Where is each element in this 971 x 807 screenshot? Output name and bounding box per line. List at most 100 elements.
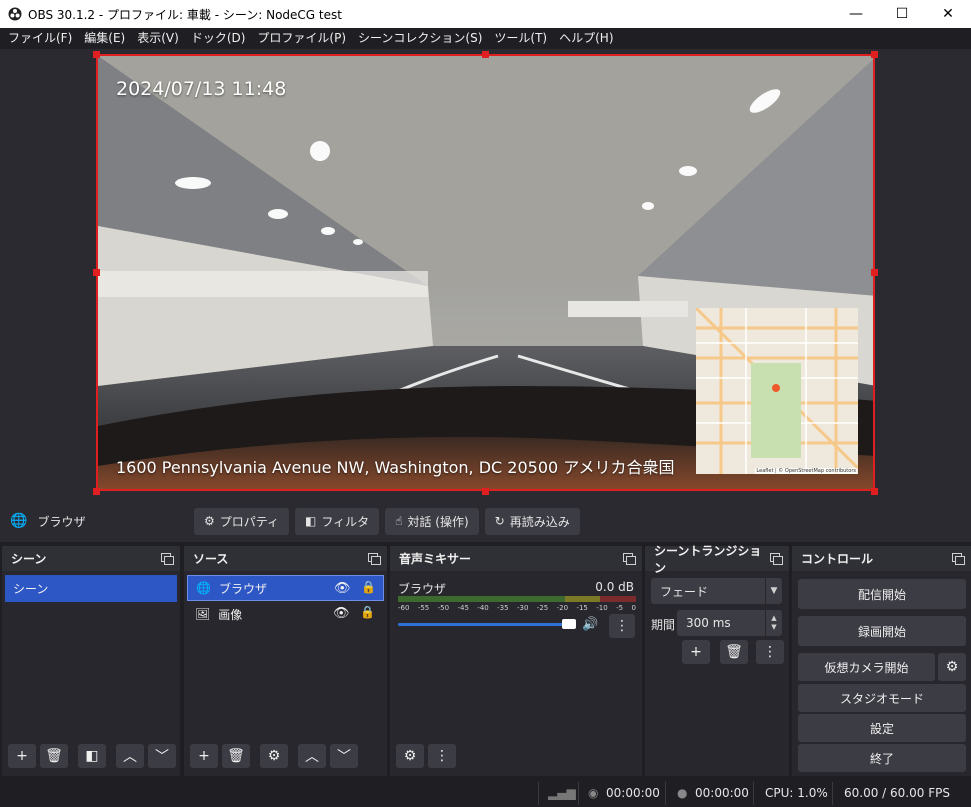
remove-scene-button[interactable]: 🗑: [40, 744, 68, 768]
interact-label: 対話 (操作): [407, 514, 469, 529]
resize-handle-mr[interactable]: [871, 269, 878, 276]
eye-icon[interactable]: 👁: [334, 581, 351, 596]
resize-handle-tc[interactable]: [482, 51, 489, 58]
start-virtual-camera-button[interactable]: 仮想カメラ開始: [798, 653, 935, 681]
period-spinbox[interactable]: 300 ms ▲ ▼: [677, 610, 782, 636]
scene-transitions-dock: シーントランジション フェード ▼ 期間 300 ms ▲ ▼ + 🗑 ⋮: [645, 544, 789, 776]
maximize-button[interactable]: ☐: [879, 0, 925, 28]
chevron-down-icon: ▼: [765, 578, 782, 604]
interact-button[interactable]: ☝ 対話 (操作): [385, 507, 479, 535]
move-source-up-button[interactable]: ︿: [298, 744, 326, 768]
resize-handle-tl[interactable]: [93, 51, 100, 58]
lock-icon[interactable]: 🔒: [361, 580, 376, 594]
more-vertical-icon: ⋮: [435, 748, 449, 764]
undock-icon[interactable]: [623, 552, 636, 565]
remove-source-button[interactable]: 🗑: [222, 744, 250, 768]
start-recording-button[interactable]: 録画開始: [798, 616, 966, 646]
hand-pointer-icon: ☝: [395, 514, 403, 528]
source-item-image[interactable]: 🖼 画像 👁 🔒: [187, 601, 384, 627]
chevron-up-icon: ︿: [123, 749, 137, 765]
meter-tick: -10: [596, 604, 608, 612]
mixer-more-button[interactable]: ⋮: [428, 744, 456, 768]
mixer-channel-name: ブラウザ: [398, 582, 447, 596]
advanced-audio-button[interactable]: ⚙: [396, 744, 424, 768]
sources-title: ソース: [193, 552, 229, 566]
menu-profile[interactable]: プロファイル(P): [251, 28, 352, 49]
resize-handle-bl[interactable]: [93, 488, 100, 495]
remove-transition-button[interactable]: 🗑: [720, 640, 748, 664]
globe-icon: 🌐: [10, 513, 28, 529]
source-item-browser[interactable]: 🌐 ブラウザ 👁 🔒: [187, 575, 384, 601]
spin-arrows-icon[interactable]: ▲ ▼: [765, 610, 782, 636]
transition-select[interactable]: フェード ▼: [651, 578, 782, 604]
filters-label: フィルタ: [321, 514, 370, 529]
refresh-icon: ↻: [494, 514, 505, 528]
studio-mode-button[interactable]: スタジオモード: [798, 684, 966, 712]
source-properties-button[interactable]: ⚙: [260, 744, 288, 768]
source-label: 画像: [218, 607, 243, 622]
preview-canvas[interactable]: 2024/07/13 11:48 1600 Pennsylvania Avenu…: [96, 54, 875, 491]
controls-dock-header: コントロール: [792, 546, 971, 571]
meter-tick: -55: [417, 604, 430, 612]
settings-button[interactable]: 設定: [798, 714, 966, 742]
meter-tick: -20: [556, 604, 569, 612]
menu-file[interactable]: ファイル(F): [2, 28, 78, 49]
add-source-button[interactable]: +: [190, 744, 218, 768]
filters-button[interactable]: ◧ フィルタ: [295, 507, 380, 535]
volume-meter: [398, 596, 636, 602]
trash-icon: 🗑: [45, 748, 63, 764]
add-scene-button[interactable]: +: [8, 744, 36, 768]
add-transition-button[interactable]: +: [682, 640, 710, 664]
preview-area[interactable]: 2024/07/13 11:48 1600 Pennsylvania Avenu…: [0, 49, 971, 500]
menu-docks[interactable]: ドック(D): [185, 28, 252, 49]
properties-button[interactable]: ⚙ プロパティ: [194, 507, 290, 535]
source-label: ブラウザ: [218, 581, 267, 596]
move-source-down-button[interactable]: ﹀: [330, 744, 358, 768]
image-icon: 🖼: [195, 607, 211, 621]
mixer-menu-button[interactable]: ⋮: [609, 614, 635, 638]
volume-slider-handle[interactable]: [562, 619, 576, 629]
move-scene-up-button[interactable]: ︿: [116, 744, 144, 768]
scene-filters-button[interactable]: ◧: [78, 744, 106, 768]
menu-tools[interactable]: ツール(T): [488, 28, 553, 49]
stream-status-icon: ◉: [588, 786, 599, 800]
scene-list: シーン: [2, 571, 180, 606]
minimize-button[interactable]: —: [833, 0, 879, 28]
eye-icon[interactable]: 👁: [333, 606, 350, 621]
undock-icon[interactable]: [161, 552, 174, 565]
transitions-title: シーントランジション: [654, 543, 762, 575]
menu-edit[interactable]: 編集(E): [78, 28, 131, 49]
meter-tick: -50: [437, 604, 450, 612]
filter-icon: ◧: [305, 514, 317, 528]
lock-icon[interactable]: 🔒: [360, 605, 375, 619]
speaker-icon[interactable]: 🔊: [582, 617, 598, 632]
scene-item[interactable]: シーン: [5, 575, 177, 602]
resize-handle-ml[interactable]: [93, 269, 100, 276]
scenes-title: シーン: [11, 552, 47, 566]
virtual-camera-settings-button[interactable]: ⚙: [938, 653, 966, 681]
menu-view[interactable]: 表示(V): [131, 28, 185, 49]
sources-dock-header: ソース: [184, 546, 387, 571]
undock-icon[interactable]: [952, 552, 965, 565]
map-overlay: Leaflet | © OpenStreetMap contributors: [696, 308, 858, 474]
volume-slider-track[interactable]: [398, 623, 568, 626]
close-button[interactable]: ✕: [925, 0, 971, 28]
resize-handle-br[interactable]: [871, 488, 878, 495]
stream-time: 00:00:00: [606, 786, 660, 800]
transition-menu-button[interactable]: ⋮: [756, 640, 784, 664]
undock-icon[interactable]: [770, 552, 783, 565]
start-streaming-button[interactable]: 配信開始: [798, 579, 966, 609]
undock-icon[interactable]: [368, 552, 381, 565]
resize-handle-tr[interactable]: [871, 51, 878, 58]
menu-scene-collection[interactable]: シーンコレクション(S): [352, 28, 488, 49]
gears-icon: ⚙: [403, 748, 417, 764]
reload-button[interactable]: ↻ 再読み込み: [484, 507, 580, 535]
move-scene-down-button[interactable]: ﹀: [148, 744, 176, 768]
record-status-icon: ●: [677, 786, 688, 800]
exit-button[interactable]: 終了: [798, 744, 966, 772]
timestamp-overlay: 2024/07/13 11:48: [116, 78, 287, 100]
street-map-image: [696, 308, 858, 474]
menu-help[interactable]: ヘルプ(H): [553, 28, 619, 49]
chevron-down-icon: ﹀: [337, 749, 351, 765]
resize-handle-bc[interactable]: [482, 488, 489, 495]
